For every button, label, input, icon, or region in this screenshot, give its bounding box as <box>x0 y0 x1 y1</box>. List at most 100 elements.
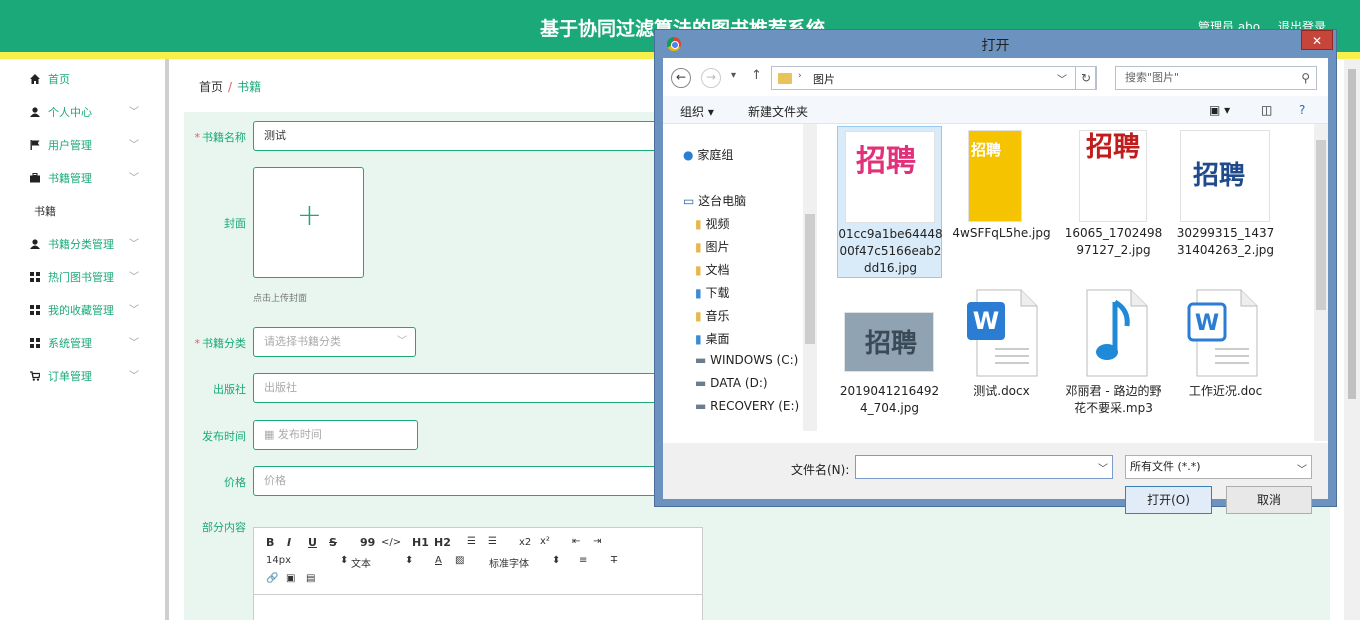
tree-item-desktop[interactable]: ▮ 桌面 <box>695 330 729 347</box>
underline-button[interactable]: U <box>308 536 317 549</box>
back-button[interactable]: ← <box>671 68 691 88</box>
text-style-select[interactable]: 文本 <box>351 555 371 570</box>
sidebar-subitem-book[interactable]: 书籍 <box>12 195 145 228</box>
bold-button[interactable]: B <box>266 536 274 549</box>
home-icon <box>30 74 40 84</box>
date-picker[interactable]: ▦ 发布时间 <box>253 420 418 450</box>
bullet-list-icon[interactable]: ☰ <box>488 536 497 547</box>
sidebar-item-profile[interactable]: 个人中心 ﹀ <box>12 96 145 129</box>
chevron-down-icon: ﹀ <box>129 305 139 316</box>
dialog-titlebar[interactable]: 打开 ✕ <box>655 30 1336 58</box>
quote-button[interactable]: 99 <box>360 536 375 549</box>
sidebar-item-categories[interactable]: 书籍分类管理 ﹀ <box>12 228 145 261</box>
user-icon <box>30 107 40 117</box>
organize-menu[interactable]: 组织 ▾ <box>680 103 714 120</box>
new-folder-button[interactable]: 新建文件夹 <box>748 103 808 120</box>
file-tile[interactable]: 招聘 4wSFFqL5he.jpg <box>949 126 1054 278</box>
calendar-icon: ▦ <box>264 428 278 441</box>
h1-button[interactable]: H1 <box>412 536 429 549</box>
ordered-list-icon[interactable]: ☰ <box>467 536 476 547</box>
preview-pane-icon[interactable]: ◫ <box>1261 103 1272 117</box>
forward-button[interactable]: → <box>701 68 721 88</box>
breadcrumb-home[interactable]: 首页 <box>199 80 223 94</box>
video-icon[interactable]: ▤ <box>306 573 315 584</box>
view-options-icon[interactable]: ▣ ▾ <box>1209 103 1230 117</box>
italic-button[interactable]: I <box>287 536 291 549</box>
sidebar-item-system[interactable]: 系统管理 ﹀ <box>12 327 145 360</box>
search-input[interactable]: 搜索"图片" ⚲ <box>1115 66 1317 90</box>
link-icon[interactable]: 🔗 <box>266 573 278 584</box>
sidebar-item-favorites[interactable]: 我的收藏管理 ﹀ <box>12 294 145 327</box>
file-list-scrollbar-thumb[interactable] <box>1316 140 1326 310</box>
superscript-button[interactable]: x² <box>540 536 550 547</box>
sidebar-item-hot-books[interactable]: 热门图书管理 ﹀ <box>12 261 145 294</box>
help-icon[interactable]: ? <box>1299 103 1305 117</box>
font-family-arrow-icon: ⬍ <box>552 555 561 566</box>
sidebar-item-label: 书籍管理 <box>48 172 92 185</box>
tree-scrollbar-thumb[interactable] <box>805 214 815 344</box>
category-select[interactable]: 请选择书籍分类 ﹀ <box>253 327 416 357</box>
h2-button[interactable]: H2 <box>434 536 451 549</box>
cover-upload[interactable]: + <box>253 167 364 278</box>
file-tile[interactable]: 招聘 01cc9a1be6444800f47c5166eab2dd16.jpg <box>837 126 943 278</box>
font-size-select[interactable]: 14px <box>266 555 291 566</box>
background-color-icon[interactable]: ▨ <box>455 555 464 566</box>
tree-item-homegroup[interactable]: ● 家庭组 <box>683 146 733 163</box>
chevron-down-icon[interactable]: ﹀ <box>1057 71 1067 86</box>
sidebar-item-home[interactable]: 首页 <box>12 63 145 96</box>
close-button[interactable]: ✕ <box>1301 30 1333 50</box>
price-input[interactable]: 价格 <box>253 466 713 496</box>
page-scrollbar[interactable] <box>1344 59 1360 620</box>
briefcase-icon <box>30 173 40 183</box>
up-button[interactable]: ↑ <box>751 68 762 83</box>
recent-locations-icon[interactable]: ▾ <box>731 70 736 81</box>
file-tile[interactable]: W 工作近况.doc <box>1173 284 1278 436</box>
indent-icon[interactable]: ⇥ <box>593 536 601 547</box>
sidebar-item-label: 首页 <box>48 73 70 86</box>
tree-item-downloads[interactable]: ▮ 下载 <box>695 284 729 301</box>
page-scrollbar-thumb[interactable] <box>1348 69 1356 399</box>
subscript-button[interactable]: x2 <box>519 537 531 548</box>
image-thumbnail: 招聘 <box>1180 130 1270 222</box>
tree-item-drive-c[interactable]: ▬ WINDOWS (C:) <box>695 353 798 367</box>
navigation-tree: ● 家庭组 ▭ 这台电脑 ▮ 视频 ▮ 图片 ▮ 文档 ▮ 下载 ▮ 音乐 ▮ … <box>663 124 813 431</box>
publisher-input[interactable]: 出版社 <box>253 373 713 403</box>
strike-button[interactable]: S <box>329 536 337 549</box>
image-icon[interactable]: ▣ <box>286 573 295 584</box>
filename-input[interactable]: ﹀ <box>855 455 1113 479</box>
tree-item-this-pc[interactable]: ▭ 这台电脑 <box>683 192 746 209</box>
tree-item-videos[interactable]: ▮ 视频 <box>695 215 729 232</box>
tree-item-documents[interactable]: ▮ 文档 <box>695 261 729 278</box>
font-color-icon[interactable]: A <box>435 555 442 566</box>
file-tile[interactable]: 邓丽君 - 路边的野花不要采.mp3 <box>1061 284 1166 436</box>
refresh-button[interactable]: ↻ <box>1075 66 1097 90</box>
sidebar-item-books[interactable]: 书籍管理 ﹀ <box>12 162 145 195</box>
chevron-down-icon[interactable]: ﹀ <box>1098 460 1108 475</box>
tree-item-drive-e[interactable]: ▬ RECOVERY (E:) <box>695 399 799 413</box>
tree-item-drive-d[interactable]: ▬ DATA (D:) <box>695 376 768 390</box>
file-tile[interactable]: W 测试.docx <box>949 284 1054 436</box>
code-button[interactable]: </> <box>381 537 401 548</box>
file-name: 01cc9a1be6444800f47c5166eab2dd16.jpg <box>838 227 943 275</box>
open-button[interactable]: 打开(O) <box>1125 486 1212 514</box>
sidebar-item-orders[interactable]: 订单管理 ﹀ <box>12 360 145 393</box>
clear-format-icon[interactable]: T̶ <box>611 555 617 566</box>
font-family-select[interactable]: 标准字体 <box>489 555 529 570</box>
address-bar[interactable]: › 图片 ﹀ <box>771 66 1096 90</box>
sidebar-item-users[interactable]: 用户管理 ﹀ <box>12 129 145 162</box>
tree-item-music[interactable]: ▮ 音乐 <box>695 307 729 324</box>
file-type-select[interactable]: 所有文件 (*.*) ﹀ <box>1125 455 1312 479</box>
breadcrumb-current: 书籍 <box>237 80 262 94</box>
file-tile[interactable]: 招聘 30299315_143731404263_2.jpg <box>1173 126 1278 278</box>
outdent-icon[interactable]: ⇤ <box>572 536 580 547</box>
file-tile[interactable]: 招聘 16065_170249897127_2.jpg <box>1061 126 1166 278</box>
file-name: 工作近况.doc <box>1188 384 1263 398</box>
tree-item-pictures[interactable]: ▮ 图片 <box>695 238 729 255</box>
dialog-title: 打开 <box>981 38 1010 54</box>
file-list-scrollbar[interactable] <box>1314 124 1328 441</box>
tree-scrollbar[interactable] <box>803 124 817 431</box>
file-tile[interactable]: 招聘 20190412164924_704.jpg <box>837 284 942 436</box>
book-name-input[interactable]: 测试 <box>253 121 713 151</box>
cancel-button[interactable]: 取消 <box>1226 486 1312 514</box>
align-icon[interactable]: ≡ <box>579 555 587 566</box>
